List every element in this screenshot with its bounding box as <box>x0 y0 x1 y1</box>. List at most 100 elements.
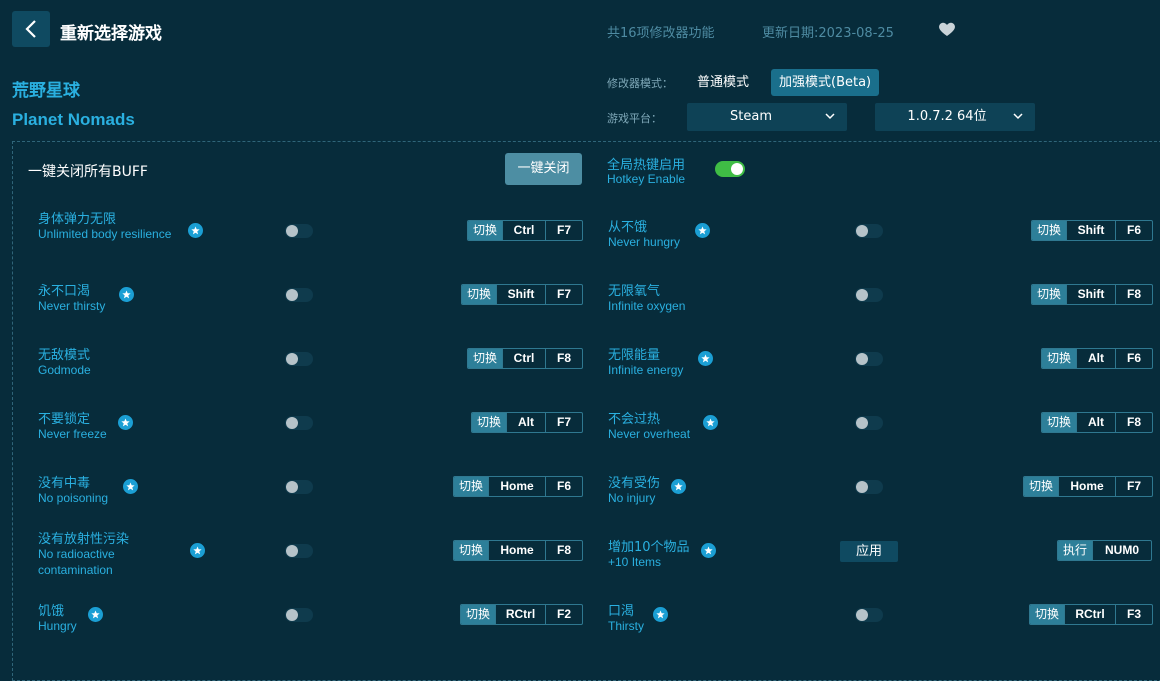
hotkey-combo[interactable]: 切换 Home F8 <box>453 540 584 561</box>
star-icon <box>698 351 713 366</box>
hotkey-key: F7 <box>1115 477 1152 496</box>
hotkey-type: 切换 <box>462 285 497 304</box>
hotkey-combo[interactable]: 切换 Alt F7 <box>471 412 584 433</box>
chevron-down-icon <box>825 113 835 120</box>
star-icon <box>88 607 103 622</box>
hotkey-key: F8 <box>1115 285 1152 304</box>
cheat-toggle[interactable] <box>855 608 883 622</box>
hotkey-key: F8 <box>545 349 582 368</box>
toggle-knob <box>856 353 868 365</box>
cheat-toggle[interactable] <box>285 224 313 238</box>
cheat-toggle[interactable] <box>855 288 883 302</box>
cheat-name-en: Infinite oxygen <box>608 299 686 313</box>
hotkey-key: F7 <box>545 221 582 240</box>
cheat-toggle[interactable] <box>285 608 313 622</box>
toggle-knob <box>856 417 868 429</box>
toggle-knob <box>856 289 868 301</box>
cheat-toggle[interactable] <box>285 352 313 366</box>
hotkey-type: 切换 <box>1042 413 1077 432</box>
hotkey-key: RCtrl <box>1064 605 1115 624</box>
hotkey-type: 切换 <box>1032 221 1067 240</box>
disable-all-label: 一键关闭所有BUFF <box>28 164 148 180</box>
cheat-name-en: Godmode <box>38 363 91 377</box>
cheat-name-cn: 没有中毒 <box>38 476 91 491</box>
cheat-toggle[interactable] <box>285 288 313 302</box>
hotkey-combo[interactable]: 切换 Shift F6 <box>1031 220 1154 241</box>
cheat-toggle[interactable] <box>855 480 883 494</box>
cheat-toggle[interactable] <box>855 352 883 366</box>
hotkey-combo[interactable]: 切换 Ctrl F7 <box>467 220 584 241</box>
hotkey-key: Ctrl <box>502 349 545 368</box>
cheat-name-cn: 永不口渴 <box>38 284 91 299</box>
hotkey-key: Home <box>1058 477 1115 496</box>
hotkey-key: RCtrl <box>495 605 545 624</box>
cheat-name-en: Never freeze <box>38 427 107 441</box>
hotkey-combo[interactable]: 切换 RCtrl F3 <box>1029 604 1154 625</box>
platform-value: Steam <box>730 109 772 124</box>
hotkey-enable-toggle[interactable] <box>715 161 745 177</box>
hotkey-combo[interactable]: 执行 NUM0 <box>1057 540 1153 561</box>
star-icon <box>188 223 203 238</box>
hotkey-enable-label-cn: 全局热键启用 <box>607 158 686 173</box>
hotkey-combo[interactable]: 切换 Shift F7 <box>461 284 584 305</box>
cheat-name-cn: 身体弹力无限 <box>38 212 117 227</box>
hotkey-type: 切换 <box>468 349 503 368</box>
hotkey-key: Ctrl <box>502 221 545 240</box>
back-button[interactable] <box>12 11 50 47</box>
hotkey-combo[interactable]: 切换 Ctrl F8 <box>467 348 584 369</box>
mode-normal-button[interactable]: 普通模式 <box>689 69 757 96</box>
version-select[interactable]: 1.0.7.2 64位 <box>875 103 1035 131</box>
hotkey-combo[interactable]: 切换 Home F7 <box>1023 476 1154 497</box>
heart-icon[interactable] <box>938 21 956 37</box>
cheat-name-en: +10 Items <box>608 555 662 569</box>
hotkey-type: 切换 <box>468 221 503 240</box>
hotkey-combo[interactable]: 切换 Alt F6 <box>1041 348 1154 369</box>
star-icon <box>671 479 686 494</box>
hotkey-enable-label-en: Hotkey Enable <box>607 172 686 186</box>
toggle-knob <box>286 609 298 621</box>
hotkey-key: Shift <box>1066 221 1115 240</box>
cheat-name-en: Never overheat <box>608 427 691 441</box>
cheat-name-en: Never thirsty <box>38 299 106 313</box>
hotkey-combo[interactable]: 切换 Home F6 <box>453 476 584 497</box>
hotkey-combo[interactable]: 切换 Alt F8 <box>1041 412 1154 433</box>
star-icon <box>695 223 710 238</box>
apply-button[interactable]: 应用 <box>840 541 898 562</box>
cheat-toggle[interactable] <box>285 544 313 558</box>
mode-beta-button[interactable]: 加强模式(Beta) <box>771 69 880 96</box>
cheat-name-cn: 不会过热 <box>608 412 661 427</box>
cheat-toggle[interactable] <box>855 224 883 238</box>
star-icon <box>119 287 134 302</box>
hotkey-key: F8 <box>545 541 582 560</box>
cheat-name-cn: 饥饿 <box>38 604 65 619</box>
toggle-knob <box>286 417 298 429</box>
toggle-knob <box>286 545 298 557</box>
hotkey-type: 切换 <box>461 605 496 624</box>
hotkey-combo[interactable]: 切换 RCtrl F2 <box>460 604 584 625</box>
cheat-name-en: No poisoning <box>38 491 109 505</box>
hotkey-key: F3 <box>1115 605 1152 624</box>
hotkey-type: 切换 <box>454 477 489 496</box>
hotkey-type: 执行 <box>1058 541 1093 560</box>
hotkey-combo[interactable]: 切换 Shift F8 <box>1031 284 1154 305</box>
cheat-name-cn: 无限能量 <box>608 348 661 363</box>
disable-all-button[interactable]: 一键关闭 <box>505 153 582 185</box>
star-icon <box>701 543 716 558</box>
update-date: 更新日期:2023-08-25 <box>762 26 894 41</box>
star-icon <box>123 479 138 494</box>
toggle-knob <box>856 481 868 493</box>
feature-count: 共16项修改器功能 <box>607 26 715 41</box>
version-value: 1.0.7.2 64位 <box>907 109 987 124</box>
cheat-toggle[interactable] <box>285 416 313 430</box>
hotkey-key: F7 <box>545 413 582 432</box>
hotkey-key: F8 <box>1115 413 1152 432</box>
hotkey-key: NUM0 <box>1092 541 1151 560</box>
page-title: 重新选择游戏 <box>60 24 162 44</box>
hotkey-key: F6 <box>545 477 582 496</box>
cheat-toggle[interactable] <box>855 416 883 430</box>
hotkey-key: Alt <box>1076 349 1115 368</box>
game-name-cn: 荒野星球 <box>12 81 80 101</box>
hotkey-type: 切换 <box>1032 285 1067 304</box>
cheat-toggle[interactable] <box>285 480 313 494</box>
platform-select[interactable]: Steam <box>687 103 847 131</box>
